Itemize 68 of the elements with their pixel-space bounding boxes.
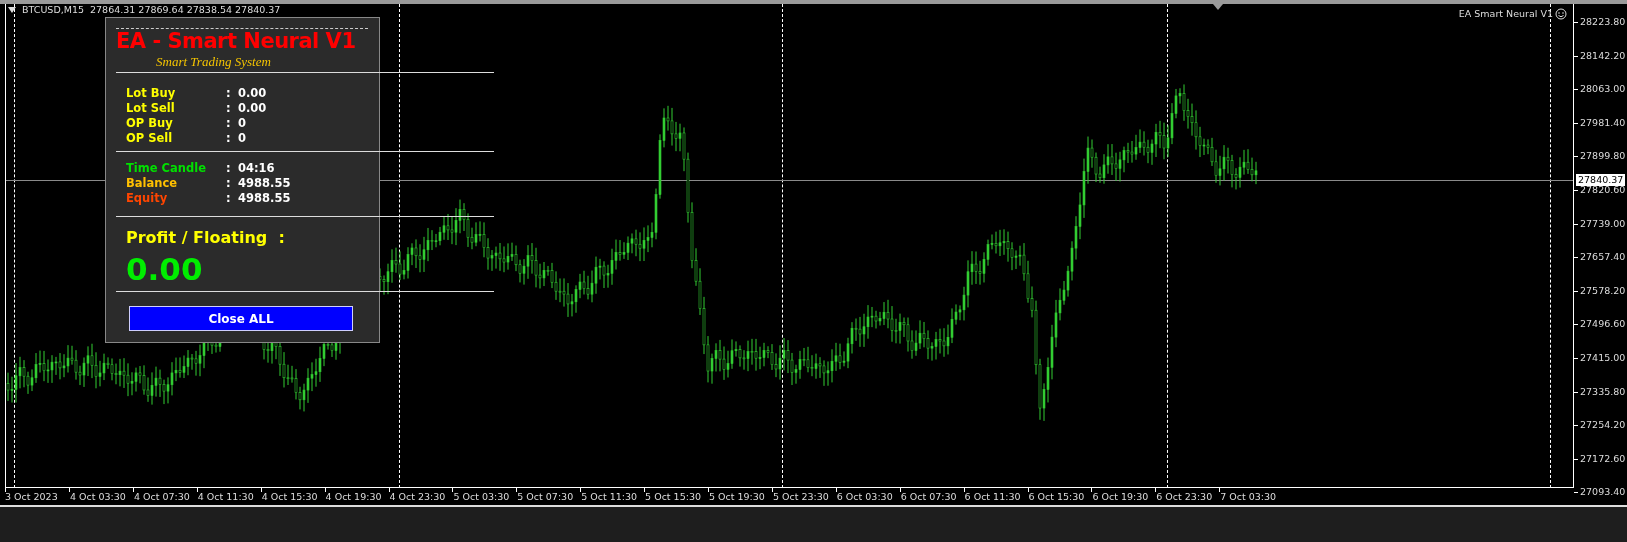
price-label: 27578.20 bbox=[1580, 284, 1626, 297]
panel-subtitle: Smart Trading System bbox=[155, 53, 272, 71]
time-label: 5 Oct 23:30 bbox=[772, 491, 829, 503]
time-label: 5 Oct 15:30 bbox=[645, 491, 701, 503]
price-label: 28142.20 bbox=[1580, 49, 1626, 62]
price-label: 27172.60 bbox=[1580, 452, 1626, 465]
time-label: 4 Oct 03:30 bbox=[70, 491, 126, 503]
time-label: 4 Oct 11:30 bbox=[197, 491, 254, 503]
time-label: 5 Oct 19:30 bbox=[709, 491, 765, 503]
time-label: 4 Oct 23:30 bbox=[389, 491, 446, 503]
price-label: 27496.60 bbox=[1580, 318, 1626, 331]
price-label: 27657.40 bbox=[1580, 251, 1626, 264]
stat-value: 0.00 bbox=[238, 101, 267, 116]
stat-label: OP Buy bbox=[126, 116, 174, 131]
stat-value: 0 bbox=[238, 131, 246, 146]
separator: : bbox=[226, 116, 232, 131]
chart-symbol: BTCUSD,M15 bbox=[22, 4, 84, 16]
price-label: 27981.40 bbox=[1580, 116, 1626, 129]
dropdown-icon[interactable] bbox=[8, 7, 16, 13]
price-label: 27415.00 bbox=[1580, 352, 1626, 364]
ohlc-values: 27864.31 27869.64 27838.54 27840.37 bbox=[90, 4, 281, 16]
price-label: 27899.80 bbox=[1580, 150, 1626, 163]
separator: : bbox=[226, 191, 232, 206]
separator: : bbox=[226, 161, 232, 176]
stat-label: Lot Buy bbox=[126, 86, 177, 101]
stat-label: OP Sell bbox=[126, 131, 174, 146]
time-label: 4 Oct 15:30 bbox=[261, 491, 318, 503]
profit-label: Profit / Floating : bbox=[126, 227, 286, 249]
price-label: 27820.60 bbox=[1580, 184, 1626, 196]
time-label: 7 Oct 03:30 bbox=[1220, 491, 1277, 503]
separator: : bbox=[226, 101, 232, 116]
stat-value: 4988.55 bbox=[238, 176, 291, 191]
time-label: 6 Oct 15:30 bbox=[1028, 491, 1085, 503]
stat-label: Lot Sell bbox=[126, 101, 176, 116]
shift-marker-icon[interactable] bbox=[1213, 4, 1223, 10]
time-label: 6 Oct 23:30 bbox=[1156, 491, 1213, 503]
smiley-icon[interactable] bbox=[1555, 8, 1567, 21]
stat-value: 0.00 bbox=[238, 86, 267, 101]
stat-label: Equity bbox=[126, 191, 169, 206]
stat-value: 04:16 bbox=[238, 161, 275, 176]
time-label: 6 Oct 11:30 bbox=[964, 491, 1021, 503]
stat-value: 0 bbox=[238, 116, 246, 131]
separator: : bbox=[226, 176, 232, 191]
price-label: 27254.20 bbox=[1580, 419, 1626, 432]
price-label: 27335.80 bbox=[1580, 385, 1626, 398]
price-label: 28063.00 bbox=[1580, 83, 1626, 96]
close-all-button[interactable]: Close ALL bbox=[129, 306, 353, 331]
time-label: 3 Oct 2023 bbox=[5, 491, 58, 503]
time-label: 4 Oct 19:30 bbox=[325, 491, 382, 503]
time-label: 6 Oct 07:30 bbox=[900, 491, 957, 503]
time-label: 4 Oct 07:30 bbox=[133, 491, 190, 503]
current-price-label: 27840.37 bbox=[1576, 174, 1626, 186]
price-label: 27739.00 bbox=[1580, 217, 1626, 230]
time-label: 6 Oct 19:30 bbox=[1092, 491, 1149, 503]
expert-name: EA Smart Neural V1 bbox=[1458, 7, 1553, 21]
price-label: 27093.40 bbox=[1580, 486, 1626, 499]
stat-label: Time Candle bbox=[126, 161, 207, 176]
stat-label: Balance bbox=[126, 176, 179, 191]
price-label: 28223.80 bbox=[1580, 16, 1626, 28]
time-label: 6 Oct 03:30 bbox=[836, 491, 893, 503]
stat-value: 4988.55 bbox=[238, 191, 291, 206]
time-label: 5 Oct 07:30 bbox=[517, 491, 574, 503]
profit-value: 0.00 bbox=[126, 251, 204, 287]
panel-title: EA - Smart Neural V1 bbox=[116, 29, 357, 53]
time-label: 5 Oct 03:30 bbox=[453, 491, 510, 503]
separator: : bbox=[226, 86, 232, 101]
separator: : bbox=[226, 131, 232, 146]
time-label: 5 Oct 11:30 bbox=[581, 491, 638, 503]
